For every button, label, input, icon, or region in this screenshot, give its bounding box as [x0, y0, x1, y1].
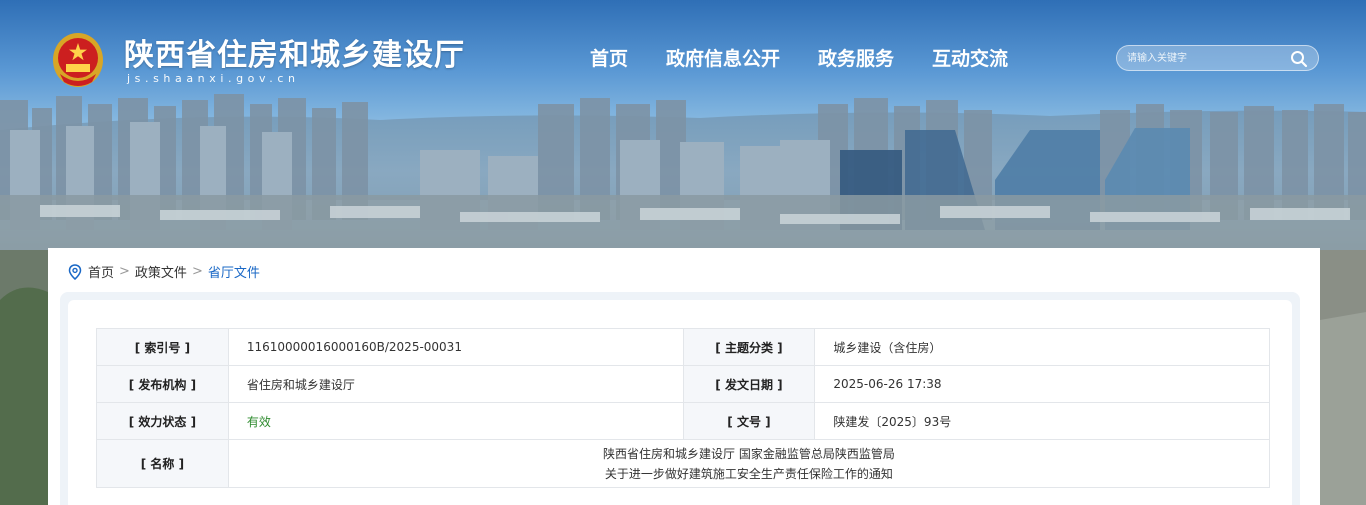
site-title[interactable]: 陕西省住房和城乡建设厅	[124, 30, 465, 74]
search-input[interactable]	[1127, 50, 1287, 67]
table-row: [ 名称 ] 陕西省住房和城乡建设厅 国家金融监管总局陕西监管局 关于进一步做好…	[96, 439, 1271, 488]
meta-value: 省住房和城乡建设厅	[227, 365, 684, 403]
meta-label: [ 索引号 ]	[96, 328, 229, 366]
main-nav: 首页 政府信息公开 政务服务 互动交流	[590, 44, 1008, 71]
document-title-line: 陕西省住房和城乡建设厅 国家金融监管总局陕西监管局	[603, 446, 895, 461]
meta-value: 城乡建设（含住房）	[814, 328, 1270, 366]
search-box	[1116, 45, 1319, 71]
status-badge: 有效	[227, 402, 684, 440]
breadcrumb: 首页 > 政策文件 > 省厅文件	[68, 262, 260, 281]
meta-label: [ 主题分类 ]	[682, 328, 816, 366]
nav-services[interactable]: 政务服务	[818, 44, 894, 71]
breadcrumb-policy[interactable]: 政策文件	[135, 262, 187, 281]
content-area: 首页 > 政策文件 > 省厅文件 [ 索引号 ] 116100000160001…	[48, 248, 1320, 505]
breadcrumb-current[interactable]: 省厅文件	[208, 262, 260, 281]
site-domain: js.shaanxi.gov.cn	[127, 72, 300, 85]
breadcrumb-separator: >	[191, 264, 203, 279]
nav-gov-info[interactable]: 政府信息公开	[666, 44, 780, 71]
meta-value: 11610000016000160B/2025-00031	[227, 328, 684, 366]
table-row: [ 发布机构 ] 省住房和城乡建设厅 [ 发文日期 ] 2025-06-26 1…	[96, 365, 1270, 403]
location-pin-icon	[68, 263, 82, 280]
nav-home[interactable]: 首页	[590, 44, 628, 71]
meta-label: [ 发文日期 ]	[682, 365, 816, 403]
document-title-line: 关于进一步做好建筑施工安全生产责任保险工作的通知	[604, 466, 893, 481]
meta-label: [ 文号 ]	[682, 402, 816, 440]
table-row: [ 效力状态 ] 有效 [ 文号 ] 陕建发〔2025〕93号	[96, 402, 1270, 440]
document-title-cell: 陕西省住房和城乡建设厅 国家金融监管总局陕西监管局 关于进一步做好建筑施工安全生…	[227, 439, 1271, 488]
meta-value: 2025-06-26 17:38	[814, 365, 1270, 403]
search-icon[interactable]	[1290, 50, 1308, 68]
meta-value: 陕建发〔2025〕93号	[814, 402, 1270, 440]
breadcrumb-separator: >	[119, 264, 130, 279]
meta-label: [ 名称 ]	[96, 439, 229, 488]
table-row: [ 索引号 ] 11610000016000160B/2025-00031 [ …	[96, 328, 1270, 366]
meta-label: [ 效力状态 ]	[96, 402, 229, 440]
breadcrumb-home[interactable]: 首页	[88, 262, 114, 281]
meta-label: [ 发布机构 ]	[96, 365, 229, 403]
national-emblem-icon	[52, 32, 104, 90]
nav-interaction[interactable]: 互动交流	[932, 44, 1008, 71]
document-meta-table: [ 索引号 ] 11610000016000160B/2025-00031 [ …	[96, 328, 1271, 488]
